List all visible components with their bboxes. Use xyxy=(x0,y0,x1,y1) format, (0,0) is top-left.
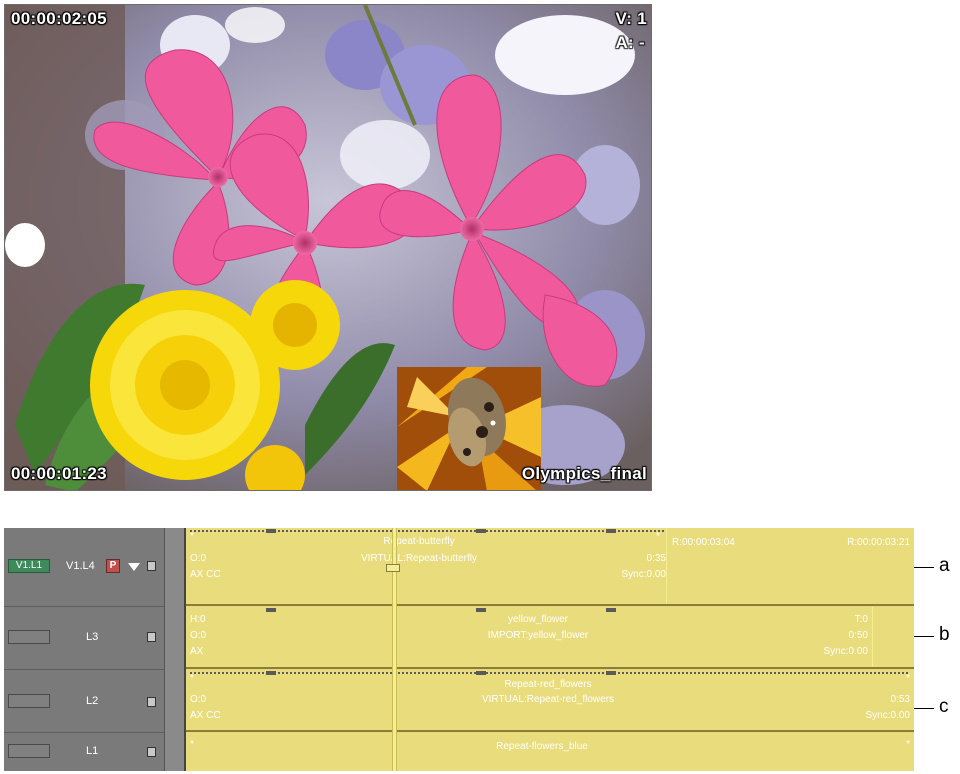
callout-line-b xyxy=(914,636,934,637)
segment-marker-right: * xyxy=(656,531,660,542)
segment-repeat-flowers-blue[interactable]: * * Repeat-flowers_blue xyxy=(186,733,914,771)
record-track-v1-l1[interactable]: V1.L1 xyxy=(8,559,50,573)
segment-marker-left: * xyxy=(190,739,194,750)
record-track-box-l2[interactable] xyxy=(8,694,50,708)
callout-line-a xyxy=(914,567,934,568)
callout-line-c xyxy=(914,708,934,709)
track-area[interactable]: * * Repeat-butterfly VIRTUAL:Repeat-butt… xyxy=(186,528,914,771)
callout-c: c xyxy=(939,696,949,717)
segment-flags: AX xyxy=(190,646,204,657)
track-dropdown-icon[interactable] xyxy=(128,563,140,571)
track-header-l4[interactable]: V1.L1 V1.L4 P xyxy=(4,528,164,606)
segment-count: 0:50 xyxy=(848,630,868,641)
next-segment-timecode-left: R:00:00:03:04 xyxy=(672,537,735,548)
segment-yellow-flower[interactable]: H:0 O:0 AX yellow_flower IMPORT:yellow_f… xyxy=(186,607,914,669)
track-checkbox-l4[interactable] xyxy=(147,561,156,571)
segment-flags: AX CC xyxy=(190,710,221,721)
timecode-top: 00:00:02:05 xyxy=(11,9,107,28)
source-track-label-l4: V1.L4 xyxy=(66,560,95,572)
callout-b: b xyxy=(939,624,950,645)
segment-sync: Sync:0.00 xyxy=(823,646,868,657)
timecode-bottom: 00:00:01:23 xyxy=(11,464,107,483)
segment-source: IMPORT:yellow_flower xyxy=(487,630,589,641)
track-label-l1: L1 xyxy=(86,745,99,757)
segment-repeat-butterfly[interactable]: * * Repeat-butterfly VIRTUAL:Repeat-butt… xyxy=(186,528,914,606)
track-header-l3[interactable]: L3 xyxy=(4,607,164,669)
segment-transition: T:0 xyxy=(854,614,868,625)
segment-count: 0:35 xyxy=(646,553,666,564)
positioner-handle[interactable] xyxy=(386,564,400,572)
segment-repeat-red-flowers[interactable]: * * Repeat-red_flowers VIRTUAL:Repeat-re… xyxy=(186,670,914,732)
segment-handle: H:0 xyxy=(190,614,206,625)
segment-source: VIRTUAL:Repeat-butterfly xyxy=(361,553,477,564)
record-track-box-l1[interactable] xyxy=(8,744,50,758)
segment-marker-right: * xyxy=(906,673,910,684)
track-header-l2[interactable]: L2 xyxy=(4,670,164,732)
segment-count: 0:53 xyxy=(890,694,910,705)
track-header-l1[interactable]: L1 xyxy=(4,733,164,771)
track-divider xyxy=(164,528,186,771)
segment-offset: O:0 xyxy=(190,630,207,641)
composite-frame-image xyxy=(5,5,651,490)
track-checkbox-l3[interactable] xyxy=(147,632,156,642)
video-track-indicator: V: 1 xyxy=(615,9,647,28)
callout-a: a xyxy=(939,555,950,576)
record-track-box-l3[interactable] xyxy=(8,630,50,644)
next-segment-timecode-right: R:00:00:03:21 xyxy=(847,537,910,548)
segment-flags: AX CC xyxy=(190,569,221,580)
segment-marker-left: * xyxy=(190,673,194,684)
track-checkbox-l2[interactable] xyxy=(147,697,156,707)
segment-marker-left: * xyxy=(190,531,194,542)
segment-title: Repeat-flowers_blue xyxy=(496,741,588,752)
video-viewer[interactable]: 00:00:02:05 V: 1 A: - 00:00:01:23 Olympi… xyxy=(4,4,652,491)
track-checkbox-l1[interactable] xyxy=(147,747,156,757)
butterfly-pip-image xyxy=(397,367,541,490)
track-label-l2: L2 xyxy=(86,695,99,707)
segment-marker-right: * xyxy=(906,739,910,750)
sequence-name: Olympics_final xyxy=(521,464,647,483)
segment-offset: O:0 xyxy=(190,553,207,564)
audio-track-indicator: A: - xyxy=(615,33,645,52)
track-headers: V1.L1 V1.L4 P L3 L2 L1 xyxy=(4,528,165,771)
segment-offset: O:0 xyxy=(190,694,207,705)
timeline[interactable]: V1.L1 V1.L4 P L3 L2 L1 * * Repeat-butter… xyxy=(4,528,914,771)
track-label-l3: L3 xyxy=(86,631,99,643)
segment-source: VIRTUAL:Repeat-red_flowers xyxy=(481,694,615,705)
segment-title: yellow_flower xyxy=(507,614,569,625)
priority-button[interactable]: P xyxy=(106,559,120,573)
segment-sync: Sync:0.00 xyxy=(621,569,666,580)
segment-sync: Sync:0.00 xyxy=(865,710,910,721)
segment-title: Repeat-red_flowers xyxy=(504,679,592,690)
